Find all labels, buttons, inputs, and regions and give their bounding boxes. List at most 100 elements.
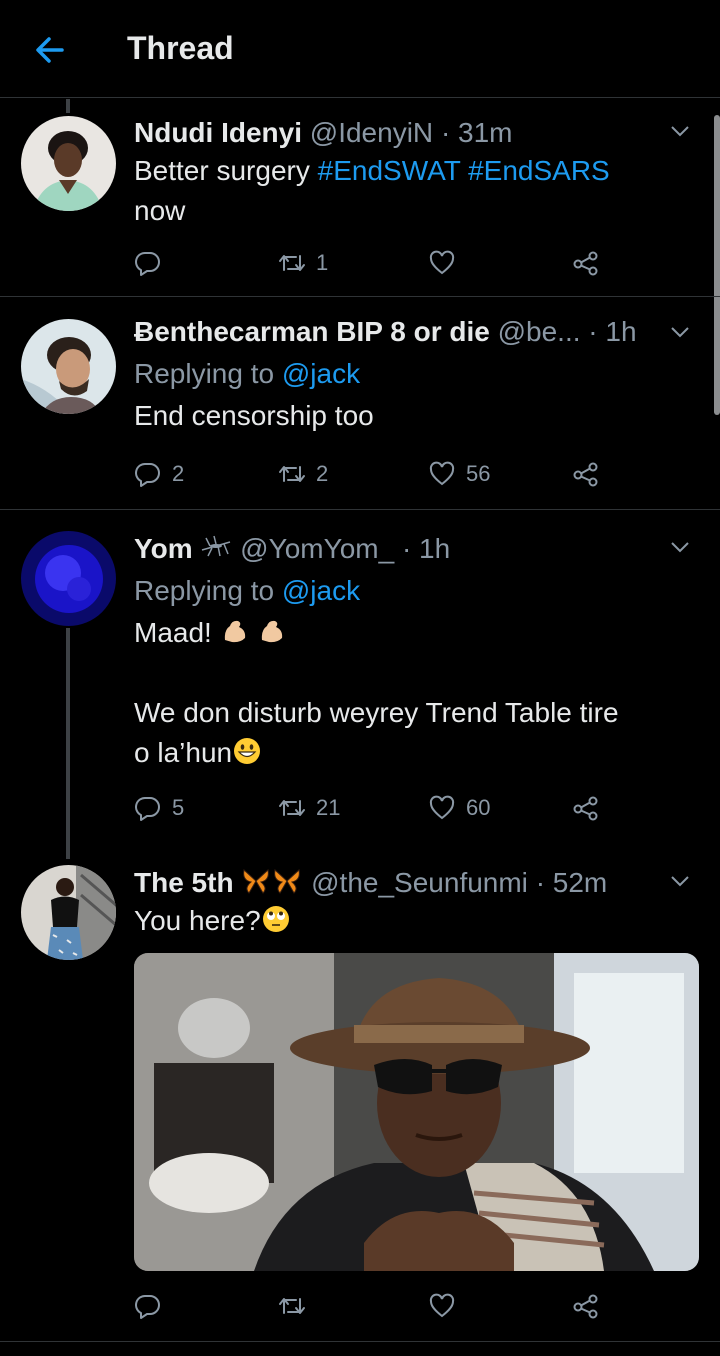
retweet-button[interactable]: 2 bbox=[278, 460, 328, 488]
tweet-actions bbox=[134, 1292, 614, 1322]
hashtag-link[interactable]: #EndSWAT bbox=[318, 155, 461, 186]
tweet-media-image[interactable] bbox=[134, 953, 699, 1271]
tweet-meta: Ndudi Idenyi @IdenyiN · 31m bbox=[134, 115, 700, 151]
author-handle: @the_Seunfunmi bbox=[311, 867, 528, 898]
share-icon bbox=[573, 251, 598, 276]
tweet-time: · 1h bbox=[588, 316, 637, 347]
author-name[interactable]: Ndudi Idenyi bbox=[134, 117, 302, 148]
retweet-icon bbox=[279, 255, 305, 271]
retweet-icon bbox=[279, 1298, 305, 1314]
retweet-button[interactable]: 21 bbox=[278, 794, 340, 822]
tweet-time: · 1h bbox=[401, 533, 451, 564]
tweet-text: Maad! We don disturb weyrey Trend Table … bbox=[134, 613, 700, 773]
butterfly-emoji bbox=[243, 869, 301, 894]
app-header: Thread bbox=[0, 0, 720, 98]
heart-icon bbox=[429, 795, 455, 820]
like-button[interactable] bbox=[428, 249, 466, 277]
author-handle: @YomYom_ bbox=[240, 533, 395, 564]
retweet-button[interactable]: 1 bbox=[278, 249, 328, 277]
share-icon bbox=[573, 1294, 598, 1319]
replying-to: Replying to @jack bbox=[134, 356, 700, 392]
like-count: 56 bbox=[466, 461, 491, 486]
chevron-down-icon[interactable] bbox=[668, 869, 692, 893]
reply-button[interactable] bbox=[134, 249, 172, 277]
share-icon bbox=[573, 796, 598, 821]
replying-prefix: Replying to bbox=[134, 575, 275, 606]
tweet-text-line: o la’hun bbox=[134, 737, 233, 768]
tweet-body: Ndudi Idenyi @IdenyiN · 31m Better surge… bbox=[134, 115, 700, 231]
reply-count: 2 bbox=[172, 461, 185, 486]
avatar[interactable] bbox=[21, 319, 116, 414]
tweet-text-plain: Better surgery bbox=[134, 155, 318, 186]
thread-line bbox=[66, 628, 70, 859]
retweet-count: 1 bbox=[316, 250, 329, 275]
tweet-actions: 1 bbox=[134, 249, 614, 279]
tweet-body: Yom @YomYom_ · 1h Replying to @jack Maad… bbox=[134, 531, 700, 773]
replying-to: Replying to @jack bbox=[134, 573, 700, 609]
heart-icon bbox=[429, 1293, 455, 1318]
tweet-card[interactable]: Ndudi Idenyi @IdenyiN · 31m Better surge… bbox=[0, 99, 720, 297]
face-with-rolling-eyes-emoji bbox=[262, 906, 289, 932]
tweet-time: · 31m bbox=[440, 117, 513, 148]
chevron-down-icon[interactable] bbox=[668, 320, 692, 344]
replying-prefix: Replying to bbox=[134, 358, 275, 389]
tweet-time: · 52m bbox=[535, 867, 608, 898]
reply-button[interactable]: 2 bbox=[134, 460, 184, 488]
tweet-meta: Yom @YomYom_ · 1h bbox=[134, 531, 700, 567]
share-button[interactable] bbox=[572, 794, 610, 822]
tweet-text-line: You here? bbox=[134, 905, 261, 936]
reply-button[interactable] bbox=[134, 1292, 172, 1320]
mention-link[interactable]: @jack bbox=[282, 358, 360, 389]
thread-line bbox=[66, 99, 70, 113]
tweet-meta: Ƀenthecarman BIP 8 or die @be... · 1h bbox=[134, 314, 700, 350]
retweet-count: 2 bbox=[316, 461, 329, 486]
tweet-actions: 5 21 60 bbox=[134, 794, 614, 824]
tweet-text-line: Maad! bbox=[134, 617, 212, 648]
avatar[interactable] bbox=[21, 531, 116, 626]
tweet-meta: The 5th @the_Seunfunmi · 52m bbox=[134, 865, 700, 901]
tweet-body: The 5th @the_Seunfunmi · 52m You here? bbox=[134, 865, 700, 941]
chevron-down-icon[interactable] bbox=[668, 119, 692, 143]
author-name[interactable]: Ƀenthecarman BIP 8 or die bbox=[134, 316, 490, 347]
share-button[interactable] bbox=[572, 1292, 610, 1320]
tweet-body: Ƀenthecarman BIP 8 or die @be... · 1h Re… bbox=[134, 314, 700, 436]
tweet-card[interactable]: Yom @YomYom_ · 1h Replying to @jack Maad… bbox=[0, 511, 720, 859]
author-name[interactable]: Yom bbox=[134, 533, 193, 564]
flexed-biceps-emoji bbox=[224, 620, 245, 643]
grinning-face-emoji bbox=[234, 738, 261, 764]
heart-icon bbox=[429, 250, 455, 275]
reply-count: 5 bbox=[172, 795, 185, 820]
like-button[interactable] bbox=[428, 1292, 466, 1320]
back-arrow-icon[interactable] bbox=[30, 30, 70, 70]
author-handle: @be... bbox=[497, 316, 581, 347]
retweet-count: 21 bbox=[316, 795, 341, 820]
reply-icon bbox=[135, 251, 160, 276]
heart-icon bbox=[429, 461, 455, 486]
share-icon bbox=[573, 462, 598, 487]
tweet-text-line: now bbox=[134, 195, 186, 226]
hashtag-link[interactable]: #EndSARS bbox=[468, 155, 610, 186]
reply-button[interactable]: 5 bbox=[134, 794, 184, 822]
avatar[interactable] bbox=[21, 865, 116, 960]
author-handle: @IdenyiN bbox=[309, 117, 434, 148]
reply-icon bbox=[135, 796, 160, 821]
tweet-text: You here? bbox=[134, 901, 700, 941]
like-count: 60 bbox=[466, 795, 491, 820]
mention-link[interactable]: @jack bbox=[282, 575, 360, 606]
avatar[interactable] bbox=[21, 116, 116, 211]
like-button[interactable]: 60 bbox=[428, 794, 490, 822]
like-button[interactable]: 56 bbox=[428, 460, 490, 488]
retweet-button[interactable] bbox=[278, 1292, 316, 1320]
reply-icon bbox=[135, 462, 160, 487]
share-button[interactable] bbox=[572, 249, 610, 277]
mosquito-icon bbox=[202, 535, 231, 557]
author-name[interactable]: The 5th bbox=[134, 867, 234, 898]
tweet-card[interactable]: Ƀenthecarman BIP 8 or die @be... · 1h Re… bbox=[0, 298, 720, 510]
chevron-down-icon[interactable] bbox=[668, 535, 692, 559]
page-title: Thread bbox=[127, 30, 234, 66]
retweet-icon bbox=[279, 466, 305, 482]
tweet-actions: 2 2 56 bbox=[134, 460, 614, 490]
share-button[interactable] bbox=[572, 460, 610, 488]
flexed-biceps-emoji bbox=[262, 620, 283, 643]
reply-icon bbox=[135, 1294, 160, 1319]
